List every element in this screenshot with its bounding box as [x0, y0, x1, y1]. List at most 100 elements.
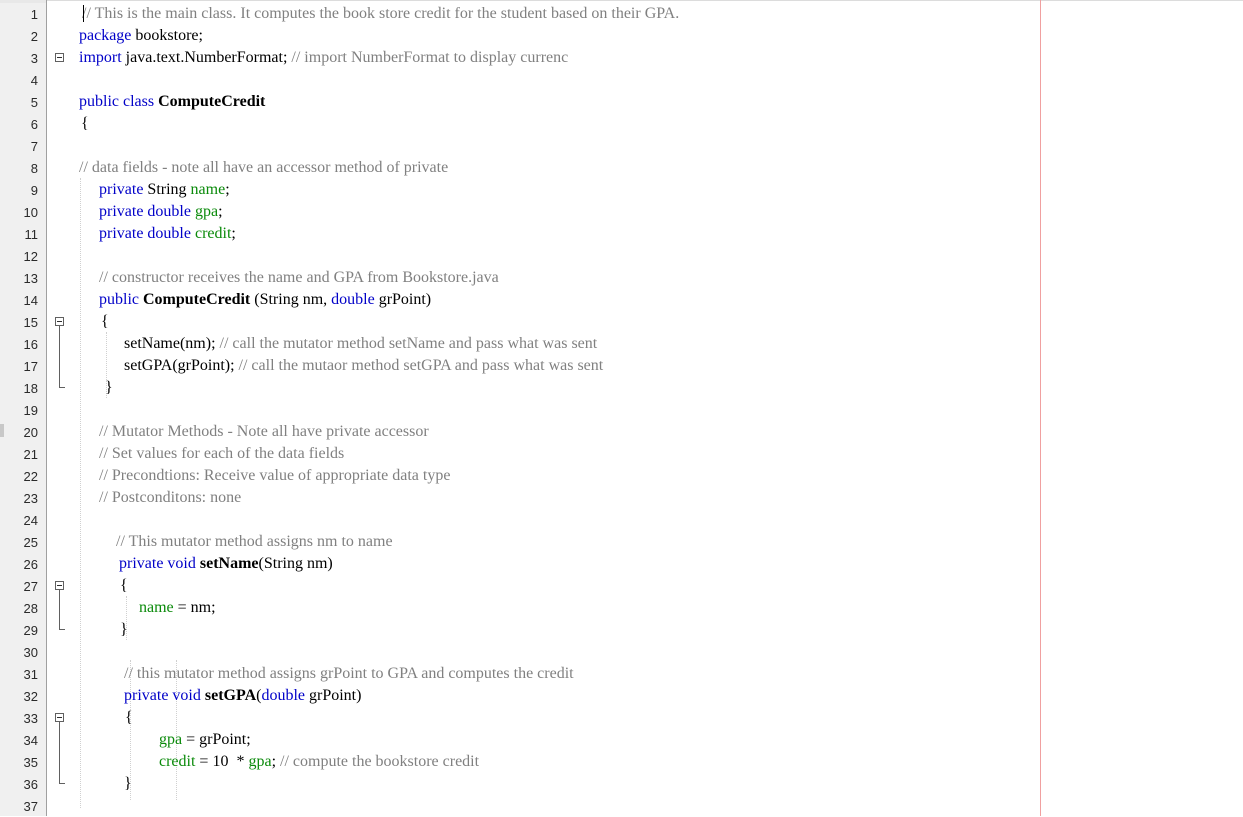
code-line[interactable]: 15 { — [0, 311, 1243, 388]
code-line[interactable]: 9 private String name; — [0, 179, 1243, 201]
code-lines[interactable]: 1 // This is the main class. It computes … — [0, 3, 1243, 817]
code-text: { — [125, 709, 133, 727]
code-line[interactable]: 12 — [0, 245, 1243, 267]
fold-toggle-icon[interactable] — [55, 713, 64, 722]
code-line[interactable]: 37 — [0, 795, 1243, 817]
line-number: 31 — [23, 667, 38, 682]
code-line[interactable]: 24 — [0, 509, 1243, 531]
code-text: } — [105, 379, 113, 397]
code-text: import java.text.NumberFormat; // import… — [79, 49, 568, 67]
code-line[interactable]: 21 // Set values for each of the data fie… — [0, 443, 1243, 465]
code-line[interactable]: 23 // Postconditons: none — [0, 487, 1243, 509]
code-token: grPoint) — [374, 291, 432, 308]
code-text: gpa = grPoint; — [159, 731, 251, 749]
code-line[interactable]: 16 setName(nm); // call the mutator metho… — [0, 333, 1243, 355]
code-line[interactable]: 31 // this mutator method assigns grPoint… — [0, 663, 1243, 685]
line-number: 1 — [30, 7, 38, 22]
line-number: 11 — [24, 227, 39, 242]
code-keyword: double — [261, 687, 305, 704]
code-line[interactable]: 20 // Mutator Methods - Note all have pri… — [0, 421, 1243, 443]
code-text: { — [81, 115, 89, 133]
code-token: (String nm, — [250, 291, 332, 308]
code-line[interactable]: 29} — [0, 619, 1243, 641]
code-keyword: double — [331, 291, 375, 308]
code-keyword: double — [147, 203, 191, 220]
line-number: 20 — [23, 425, 38, 440]
code-line[interactable]: 17 setGPA(grPoint); // call the mutaor me… — [0, 355, 1243, 377]
code-line[interactable]: 1 // This is the main class. It computes … — [0, 3, 1243, 25]
line-number: 27 — [23, 579, 38, 594]
code-comment: // compute the bookstore credit — [280, 753, 480, 770]
code-text: private String name; — [99, 181, 230, 199]
code-line[interactable]: 22 // Precondtions: Receive value of appr… — [0, 465, 1243, 487]
code-line[interactable]: 13 // constructor receives the name and G… — [0, 267, 1243, 289]
code-token: ; — [271, 753, 281, 770]
fold-toggle-icon[interactable] — [55, 581, 64, 590]
code-line[interactable]: 19 — [0, 399, 1243, 421]
code-text: // data fields - note all have an access… — [79, 159, 448, 177]
fold-toggle-icon[interactable] — [55, 317, 64, 326]
line-number: 3 — [30, 51, 38, 66]
code-text: setGPA(grPoint); // call the mutaor meth… — [124, 357, 603, 375]
code-line[interactable]: 11 private double credit; — [0, 223, 1243, 245]
code-line[interactable]: 33 { — [0, 707, 1243, 784]
code-token: ; — [218, 203, 223, 220]
code-line[interactable]: 34 gpa = grPoint; — [0, 729, 1243, 751]
code-line[interactable]: 5 public class ComputeCredit — [0, 91, 1243, 113]
line-number: 30 — [23, 645, 38, 660]
code-comment: // Precondtions: Receive value of approp… — [99, 467, 451, 484]
code-line[interactable]: 32 private void setGPA(double grPoint) — [0, 685, 1243, 707]
code-token: { — [81, 115, 89, 132]
code-line[interactable]: 36} — [0, 773, 1243, 795]
code-keyword: public — [99, 291, 139, 308]
code-token: } — [120, 621, 128, 638]
code-line[interactable]: 7 — [0, 135, 1243, 157]
code-token: { — [101, 313, 109, 330]
code-field: name — [190, 181, 226, 198]
code-keyword: private — [124, 687, 169, 704]
code-line[interactable]: 14 public ComputeCredit (String nm, doubl… — [0, 289, 1243, 311]
code-text: // constructor receives the name and GPA… — [99, 269, 499, 287]
code-token: { — [120, 577, 128, 594]
code-text: // This is the main class. It computes t… — [82, 5, 679, 23]
text-caret — [83, 5, 84, 22]
code-line[interactable]: 6{ — [0, 113, 1243, 135]
code-keyword: void — [167, 555, 196, 572]
code-text: // This mutator method assigns nm to nam… — [116, 533, 393, 551]
fold-toggle-icon[interactable] — [55, 53, 64, 62]
code-text: { — [120, 577, 128, 595]
code-token: = 10 * — [195, 753, 249, 770]
code-text: } — [120, 621, 128, 639]
code-keyword: private — [99, 203, 144, 220]
code-keyword: private — [99, 225, 144, 242]
code-field: credit — [194, 225, 232, 242]
code-line[interactable]: 18} — [0, 377, 1243, 399]
line-number: 6 — [30, 117, 38, 132]
code-line[interactable]: 27 { — [0, 575, 1243, 630]
code-line[interactable]: 28 name = nm; — [0, 597, 1243, 619]
line-number: 21 — [23, 447, 38, 462]
code-text: credit = 10 * gpa; // compute the bookst… — [159, 753, 479, 771]
code-editor[interactable]: 1 // This is the main class. It computes … — [0, 0, 1243, 816]
code-line[interactable]: 2 package bookstore; — [0, 25, 1243, 47]
code-line[interactable]: 26 private void setName(String nm) — [0, 553, 1243, 575]
code-token: ; — [225, 181, 230, 198]
code-text: private void setGPA(double grPoint) — [124, 687, 361, 705]
code-line[interactable]: 35 credit = 10 * gpa; // compute the book… — [0, 751, 1243, 773]
code-comment: // data fields - note all have an access… — [79, 159, 449, 176]
code-keyword: public — [79, 93, 119, 110]
code-line[interactable]: 10 private double gpa; — [0, 201, 1243, 223]
line-number: 10 — [23, 205, 38, 220]
code-token: (String nm) — [258, 555, 333, 572]
code-line[interactable]: 30 — [0, 641, 1243, 663]
code-text: private double gpa; — [99, 203, 223, 221]
code-line[interactable]: 4 — [0, 69, 1243, 91]
line-number: 36 — [23, 777, 38, 792]
code-keyword: class — [123, 93, 155, 110]
code-comment: // import NumberFormat to display curren… — [291, 49, 569, 66]
code-line[interactable]: 8 // data fields - note all have an acces… — [0, 157, 1243, 179]
code-line[interactable]: 3 import java.text.NumberFormat; // impor… — [0, 47, 1243, 69]
code-line[interactable]: 25 // This mutator method assigns nm to n… — [0, 531, 1243, 553]
code-token: } — [105, 379, 113, 396]
line-number: 14 — [23, 293, 38, 308]
